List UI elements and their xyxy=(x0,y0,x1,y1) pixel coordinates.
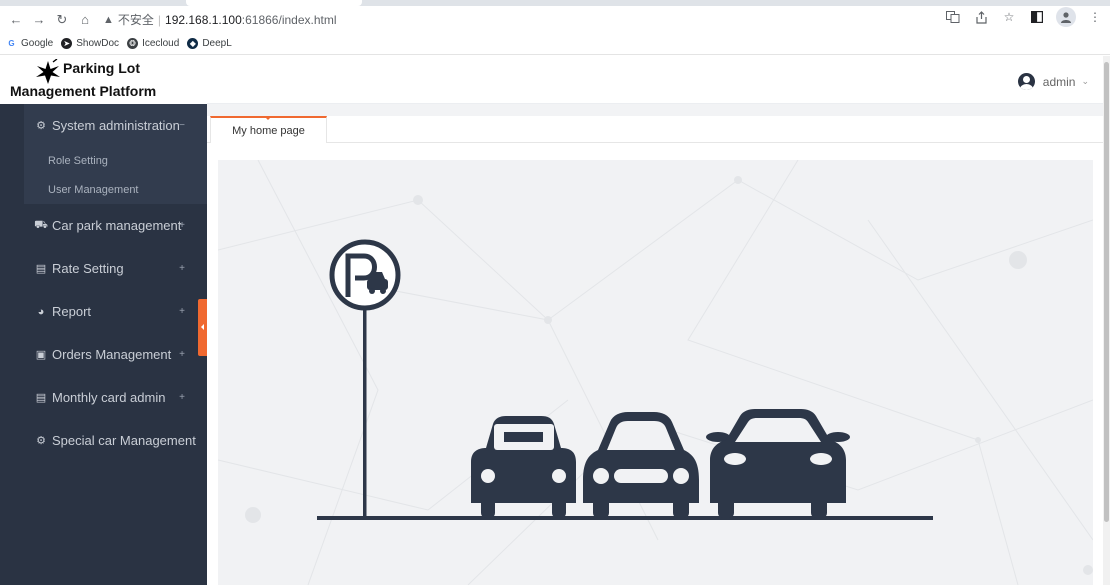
address-separator: | xyxy=(157,12,162,27)
sidebar-subitem-role-setting[interactable]: Role Setting xyxy=(24,146,207,175)
warning-icon: ▲ xyxy=(103,13,114,26)
expand-icon: + xyxy=(179,349,185,360)
bookmark-label: ShowDoc xyxy=(76,38,120,49)
browser-toolbar: ← → ↻ ⌂ ▲ 不安全 | 192.168.1.100:61866/inde… xyxy=(0,0,1110,33)
bookmark-icecloud[interactable]: ❂ Icecloud xyxy=(127,38,179,49)
expand-icon: + xyxy=(179,263,185,274)
sidebar-item-label: Car park management xyxy=(52,218,182,233)
translate-icon[interactable] xyxy=(944,8,962,26)
tab-my-home-page[interactable]: My home page xyxy=(210,116,327,143)
pie-chart-icon: ◕ xyxy=(37,305,45,318)
profile-icon[interactable] xyxy=(1056,7,1076,27)
main-content xyxy=(207,144,1103,585)
sidebar-collapse-handle[interactable] xyxy=(198,299,207,356)
sidebar: Parking Lot Management Platform ⚙ System… xyxy=(0,56,207,585)
submenu-system-administration: Role Setting User Management xyxy=(24,146,207,204)
sidebar-item-special-car-management[interactable]: ⚙ Special car Management xyxy=(24,419,207,462)
parking-illustration xyxy=(218,160,1093,585)
expand-icon: + xyxy=(179,220,185,231)
address-bar[interactable]: ▲ 不安全 | 192.168.1.100:61866/index.html xyxy=(103,11,337,28)
sidebar-subitem-user-management[interactable]: User Management xyxy=(24,175,207,204)
sidebar-toggle-icon[interactable] xyxy=(1028,8,1046,26)
bookmark-label: Google xyxy=(21,38,54,49)
bookmark-label: Icecloud xyxy=(142,38,180,49)
bookmark-showdoc[interactable]: ➤ ShowDoc xyxy=(61,38,119,49)
sidebar-item-rate-setting[interactable]: ▤ Rate Setting + xyxy=(24,247,207,290)
orders-icon: ▣ xyxy=(35,349,47,361)
sidebar-item-label: System administration xyxy=(52,117,180,133)
sidebar-item-orders-management[interactable]: ▣ Orders Management + xyxy=(24,333,207,376)
user-menu[interactable]: admin ⌄ xyxy=(1017,73,1089,90)
logo-title-line2: Management Platform xyxy=(10,83,157,99)
url-path: :61866/index.html xyxy=(241,12,337,27)
more-menu-icon[interactable]: ⋮ xyxy=(1086,8,1104,26)
sidebar-item-label: Special car Management xyxy=(52,433,196,448)
username: admin xyxy=(1042,74,1076,89)
gear-icon: ⚙ xyxy=(36,435,46,447)
car-icon: ⛟ xyxy=(34,218,48,231)
header-divider xyxy=(207,104,1110,116)
sidebar-item-car-park-management[interactable]: ⛟ Car park management + xyxy=(24,204,207,247)
star-icon[interactable]: ☆ xyxy=(1000,8,1018,26)
share-icon[interactable] xyxy=(972,8,990,26)
network-background xyxy=(218,160,1093,585)
car-icon xyxy=(583,412,699,518)
top-header: admin ⌄ xyxy=(207,56,1110,104)
forward-icon[interactable]: → xyxy=(29,10,49,30)
card-icon: ▤ xyxy=(35,392,47,404)
logo: Parking Lot Management Platform xyxy=(0,56,207,104)
expand-icon: + xyxy=(179,392,185,403)
page-tabs: My home page xyxy=(207,116,1103,143)
sidebar-item-system-administration[interactable]: ⚙ System administration − xyxy=(24,104,207,146)
sidebar-item-label: Report xyxy=(52,304,92,319)
logo-title-line1: Parking Lot xyxy=(63,60,141,76)
app-root: Parking Lot Management Platform ⚙ System… xyxy=(0,56,1110,585)
insecure-label: 不安全 xyxy=(117,13,154,27)
chevron-down-icon: ⌄ xyxy=(1081,76,1089,86)
browser-actions: ☆ ⋮ xyxy=(944,7,1104,27)
gear-icon: ⚙ xyxy=(36,119,46,132)
avatar xyxy=(1017,73,1035,90)
parking-sign-icon xyxy=(329,239,401,516)
sidebar-item-label: Monthly card admin xyxy=(52,390,166,405)
car-icon xyxy=(471,416,576,518)
logo-star-icon xyxy=(36,59,60,84)
home-illustration xyxy=(218,160,1093,585)
showdoc-icon: ➤ xyxy=(61,38,73,49)
collapse-icon: − xyxy=(179,119,185,131)
sidebar-item-report[interactable]: ◕ Report + xyxy=(24,290,207,333)
expand-icon: + xyxy=(179,306,185,317)
sidebar-menu: ⚙ System administration − Role Setting U… xyxy=(24,104,207,462)
sidebar-item-monthly-card-admin[interactable]: ▤ Monthly card admin + xyxy=(24,376,207,419)
sidebar-item-label: Rate Setting xyxy=(52,261,124,276)
ground-line xyxy=(317,516,933,520)
home-icon[interactable]: ⌂ xyxy=(75,10,95,30)
url-host: 192.168.1.100 xyxy=(165,12,242,27)
network-nodes xyxy=(245,176,1093,575)
page-scrollbar[interactable] xyxy=(1103,56,1110,585)
bookmark-google[interactable]: G Google xyxy=(6,38,53,49)
deepl-icon: ◆ xyxy=(187,38,199,49)
bookmark-deepl[interactable]: ◆ DeepL xyxy=(187,38,232,49)
back-icon[interactable]: ← xyxy=(6,10,26,30)
icecloud-icon: ❂ xyxy=(127,38,139,49)
sidebar-subitem-label: User Management xyxy=(48,183,139,196)
tab-label: My home page xyxy=(232,124,305,137)
reload-icon[interactable]: ↻ xyxy=(52,10,72,30)
rate-icon: ▤ xyxy=(35,263,47,275)
bookmark-label: DeepL xyxy=(202,38,232,49)
sidebar-item-label: Orders Management xyxy=(52,347,172,362)
bookmarks-bar: G Google ➤ ShowDoc ❂ Icecloud ◆ DeepL xyxy=(0,33,1110,55)
sidebar-subitem-label: Role Setting xyxy=(48,154,108,167)
car-icon xyxy=(706,409,850,518)
scrollbar-thumb[interactable] xyxy=(1104,62,1109,522)
google-icon: G xyxy=(6,38,17,49)
